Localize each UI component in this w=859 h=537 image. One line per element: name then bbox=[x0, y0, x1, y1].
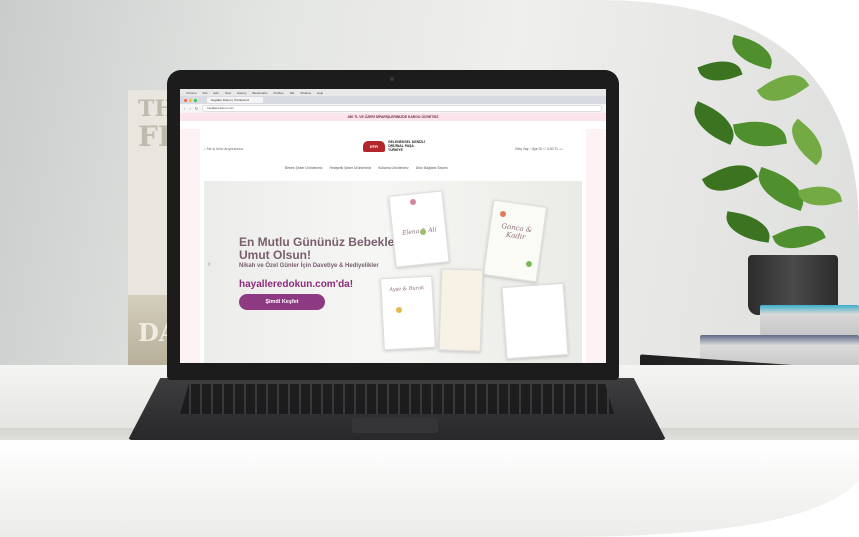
flower-decoration bbox=[420, 229, 426, 235]
invitation-card: Elena & Ali bbox=[388, 190, 450, 268]
account-links: Giriş Yap · Üye Ol ⚇ 0,00 TL ▭ bbox=[515, 147, 562, 151]
website: ⌕ Ne iç ürün arıyorsunuz EFR GELENEKSEL … bbox=[180, 129, 606, 363]
website-content: ⌕ Ne iç ürün arıyorsunuz EFR GELENEKSEL … bbox=[200, 129, 586, 363]
flower-decoration bbox=[410, 199, 416, 205]
card-names: Gonca & Kadir bbox=[500, 222, 533, 242]
menu-item[interactable]: Window bbox=[300, 91, 311, 95]
desk-front bbox=[0, 440, 859, 537]
card-names: Ayşe & Burak bbox=[389, 285, 425, 293]
search-input[interactable]: ⌕ Ne iç ürün arıyorsunuz bbox=[204, 147, 243, 151]
mac-menu-bar: Chrome File Edit View History Bookmarks … bbox=[180, 89, 606, 96]
flower-decoration bbox=[526, 261, 532, 267]
close-window-icon[interactable] bbox=[184, 98, 187, 102]
hero-banner: ‹ En Mutlu Gününüz Bebeklere Umut Olsun!… bbox=[204, 181, 582, 363]
login-link[interactable]: Giriş Yap · Üye Ol bbox=[515, 147, 542, 151]
menu-item[interactable]: File bbox=[203, 91, 208, 95]
menu-item[interactable]: Profiles bbox=[274, 91, 284, 95]
main-menu: Bebek Şeker Ürünlerimiz Hediyelik Şeker … bbox=[285, 166, 448, 170]
stacked-book bbox=[760, 305, 859, 335]
slider-prev-icon[interactable]: ‹ bbox=[208, 261, 210, 268]
zoom-window-icon[interactable] bbox=[194, 98, 197, 102]
search-placeholder: Ne iç ürün arıyorsunuz bbox=[207, 147, 244, 151]
menu-item[interactable]: Bookmarks bbox=[252, 91, 267, 95]
invitation-card bbox=[501, 282, 569, 360]
hero-brand: hayalleredokun.com'da! bbox=[239, 279, 354, 290]
invitation-card: Gonca & Kadir bbox=[482, 199, 548, 283]
cart-total[interactable]: 0,00 TL bbox=[547, 147, 558, 151]
menu-link[interactable]: Ürün Bağlantı Seçimi bbox=[416, 166, 448, 170]
flower-decoration bbox=[396, 307, 402, 313]
menu-item[interactable]: Help bbox=[317, 91, 323, 95]
reload-icon[interactable]: ↻ bbox=[195, 106, 198, 111]
menu-item[interactable]: Chrome bbox=[186, 91, 197, 95]
webcam-icon bbox=[390, 77, 394, 81]
hero-title: En Mutlu Gününüz Bebeklere Umut Olsun! bbox=[239, 235, 406, 262]
back-icon[interactable]: ‹ bbox=[184, 106, 185, 111]
menu-item[interactable]: History bbox=[237, 91, 246, 95]
menu-link[interactable]: Bebek Şeker Ürünlerimiz bbox=[285, 166, 323, 170]
menu-link[interactable]: Kutlama Ürünlerimiz bbox=[378, 166, 409, 170]
invitation-card: Ayşe & Burak bbox=[380, 275, 436, 351]
browser-tab-bar: Hayaller Dokun | Ürünlerimiz bbox=[180, 96, 606, 104]
menu-item[interactable]: Tab bbox=[290, 91, 295, 95]
address-bar: ‹ › ↻ hayalleredokun.com bbox=[180, 104, 606, 113]
hero-subtitle: Nikah ve Özel Günler İçin Davetiye & Hed… bbox=[239, 263, 379, 269]
menu-link[interactable]: Hediyelik Şeker Ürünlerimiz bbox=[330, 166, 372, 170]
laptop-screen: Chrome File Edit View History Bookmarks … bbox=[180, 89, 606, 363]
forward-icon[interactable]: › bbox=[189, 106, 190, 111]
flower-decoration bbox=[500, 211, 506, 217]
browser-tab[interactable]: Hayaller Dokun | Ürünlerimiz bbox=[207, 97, 263, 103]
laptop-touchpad bbox=[352, 418, 438, 433]
discover-button[interactable]: Şimdi Keşfet bbox=[239, 294, 325, 310]
laptop-lid: Chrome File Edit View History Bookmarks … bbox=[167, 70, 619, 380]
logo-text: GELENEKSEL DENİZLİ ORİJİNAL PAŞA TÜRKİYE bbox=[388, 140, 425, 152]
logo-mark: EFR bbox=[363, 140, 385, 152]
menu-item[interactable]: Edit bbox=[214, 91, 219, 95]
url-input[interactable]: hayalleredokun.com bbox=[202, 105, 602, 112]
site-logo[interactable]: EFR GELENEKSEL DENİZLİ ORİJİNAL PAŞA TÜR… bbox=[363, 140, 425, 152]
logo-line: TÜRKİYE bbox=[388, 148, 403, 152]
photo-scene: TH FI DA Chrome File Edit View History B… bbox=[0, 0, 859, 537]
search-icon: ⌕ bbox=[204, 147, 207, 151]
cart-icon[interactable]: ▭ bbox=[559, 147, 562, 151]
promo-banner: 450 TL VE ÜZERİ SİPARİŞLERİNİZDE KARGO Ü… bbox=[180, 113, 606, 121]
menu-item[interactable]: View bbox=[225, 91, 231, 95]
minimize-window-icon[interactable] bbox=[189, 98, 192, 102]
laptop-keyboard bbox=[180, 384, 614, 414]
invitation-card bbox=[438, 268, 484, 352]
